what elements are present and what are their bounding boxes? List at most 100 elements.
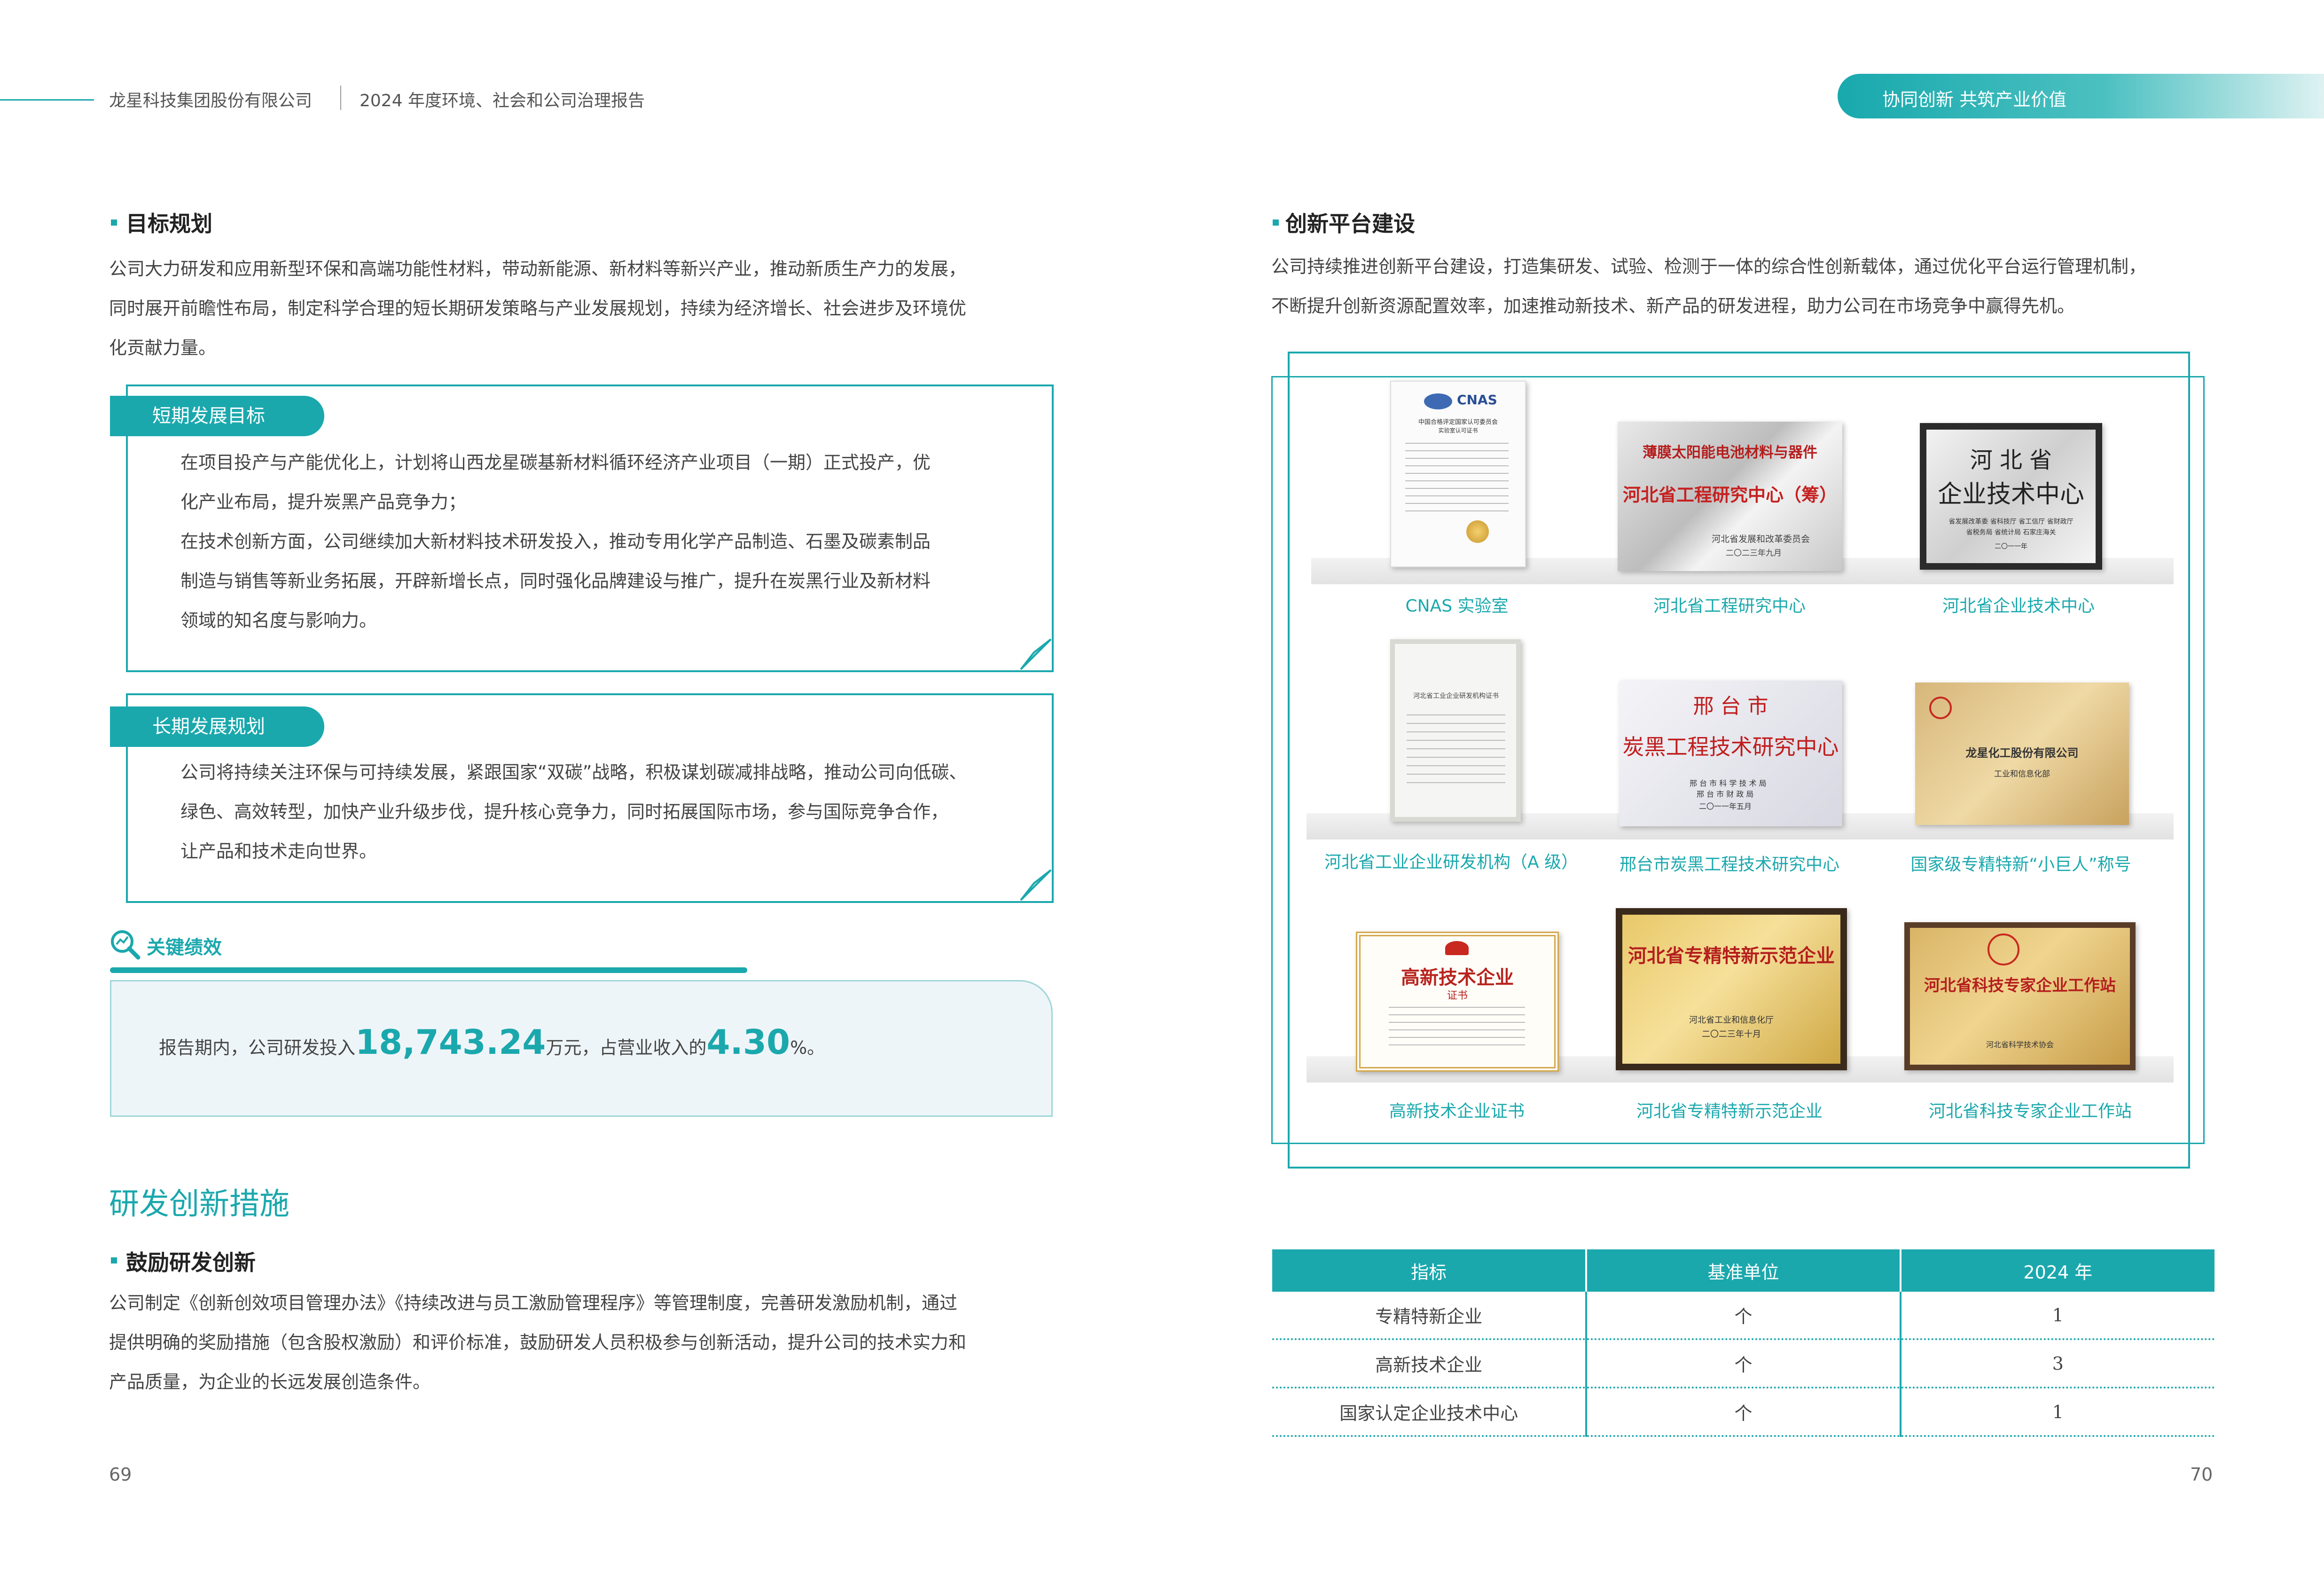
kpi-statement: 报告期内，公司研发投入18,743.24万元，占营业收入的4.30%。 [159, 1022, 825, 1062]
short-term-line: 领域的知名度与影响力。 [180, 610, 377, 631]
cert-text: 省税务局 省统计局 石家庄海关 [1966, 529, 2056, 536]
page-fold-icon [1020, 638, 1052, 670]
short-term-line: 在项目投产与产能优化上，计划将山西龙星碳基新材料循环经济产业项目（一期）正式投产… [180, 452, 931, 473]
table-header-row: 指标 基准单位 2024 年 [1272, 1249, 2214, 1292]
cert-text: 中国合格评定国家认可委员会 [1418, 419, 1498, 426]
kpi-bar [110, 967, 747, 973]
short-term-line: 制造与销售等新业务拓展，开辟新增长点，同时强化品牌建设与推广，提升在炭黑行业及新… [180, 571, 931, 591]
goal-line: 同时展开前瞻性布局，制定科学合理的短长期研发策略与产业发展规划，持续为经济增长、… [109, 298, 967, 319]
table-cell: 1 [1900, 1388, 2214, 1437]
certificate-expert-workstation: 河北省科技专家企业工作站 河北省科学技术协会 [1904, 922, 2136, 1070]
certificate-carbon-black-center: 邢 台 市 炭黑工程技术研究中心 邢 台 市 科 学 技 术 局 邢 台 市 财… [1619, 681, 1842, 826]
platform-line: 公司持续推进创新平台建设，打造集研发、试验、检测于一体的综合性创新载体，通过优化… [1271, 256, 2147, 277]
kpi-prefix: 报告期内，公司研发投入 [159, 1037, 356, 1058]
certificate-little-giant: 龙星化工股份有限公司 工业和信息化部 [1915, 683, 2129, 825]
cert-text: 河北省工业企业研发机构证书 [1413, 692, 1499, 700]
short-term-line: 在技术创新方面，公司继续加大新材料技术研发投入，推动专用化学产品制造、石墨及碳素… [180, 531, 931, 552]
cnas-logo-text: CNAS [1457, 392, 1497, 408]
long-term-line: 让产品和技术走向世界。 [180, 841, 377, 862]
caption-carbon-black-center: 邢台市炭黑工程技术研究中心 [1619, 855, 1839, 874]
indicator-table: 指标 基准单位 2024 年 专精特新企业 个 1 高新技术企业 个 3 国家认… [1272, 1249, 2214, 1437]
platform-line: 不断提升创新资源配置效率，加速推动新技术、新产品的研发进程，助力公司在市场竞争中… [1271, 296, 2075, 316]
caption-rd-institution: 河北省工业企业研发机构（A 级） [1324, 853, 1579, 872]
national-emblem-icon [1445, 941, 1469, 955]
table-cell: 国家认定企业技术中心 [1272, 1388, 1588, 1437]
caption-cnas: CNAS 实验室 [1405, 596, 1509, 616]
caption-enterprise-tech-center: 河北省企业技术中心 [1942, 596, 2095, 616]
rd-heading: 研发创新措施 [109, 1187, 290, 1222]
cert-text-lines [1407, 714, 1505, 790]
header-separator [340, 86, 341, 110]
little-giant-logo-icon [1929, 697, 1952, 719]
cert-text: 薄膜太阳能电池材料与器件 [1643, 444, 1817, 461]
table-row: 高新技术企业 个 3 [1272, 1339, 2214, 1389]
cert-text: 二〇一一年 [1995, 543, 2027, 550]
long-term-tab: 长期发展规划 [110, 706, 324, 747]
table-header-cell: 2024 年 [1900, 1249, 2214, 1292]
cert-text: 河北省发展和改革委员会 [1712, 534, 1810, 544]
cert-text: 证书 [1447, 990, 1468, 1002]
kpi-mid: 万元，占营业收入的 [546, 1037, 707, 1058]
caption-little-giant: 国家级专精特新“小巨人”称号 [1910, 855, 2131, 874]
goal-heading: 目标规划 [126, 211, 212, 236]
cert-text: 二〇二三年十月 [1702, 1029, 1761, 1039]
platform-heading: 创新平台建设 [1285, 211, 1415, 236]
certificate-high-tech: 高新技术企业 证书 [1356, 932, 1559, 1072]
cert-text: 省发展改革委 省科技厅 省工信厅 省财政厅 [1948, 518, 2074, 526]
report-title: 2024 年度环境、社会和公司治理报告 [360, 91, 645, 110]
kpi-suffix: %。 [790, 1037, 825, 1058]
kpi-rd-amount: 18,743.24 [355, 1022, 546, 1062]
kpi-title: 关键绩效 [147, 937, 222, 958]
platform-paragraph: 公司持续推进创新平台建设，打造集研发、试验、检测于一体的综合性创新载体，通过优化… [1271, 247, 2239, 326]
table-cell: 个 [1586, 1339, 1901, 1389]
cert-text: 二〇二三年九月 [1726, 549, 1782, 558]
table-row: 国家认定企业技术中心 个 1 [1272, 1388, 2214, 1437]
bullet-square-icon [1273, 220, 1279, 226]
table-cell: 个 [1586, 1388, 1901, 1437]
incentive-line: 产品质量，为企业的长远发展创造条件。 [109, 1372, 431, 1392]
bullet-square-icon [111, 220, 117, 226]
page-number-right: 70 [2190, 1464, 2213, 1485]
goal-paragraph: 公司大力研发和应用新型环保和高端功能性材料，带动新能源、新材料等新兴产业，推动新… [109, 249, 1058, 368]
cert-text: 炭黑工程技术研究中心 [1622, 734, 1839, 760]
section-pill-label: 协同创新 共筑产业价值 [1882, 89, 2067, 110]
cert-text: 邢 台 市 科 学 技 术 局 [1690, 779, 1767, 788]
table-cell: 个 [1586, 1292, 1901, 1340]
incentive-line: 提供明确的奖励措施（包含股权激励）和评价标准，鼓励研发人员积极参与创新活动，提升… [109, 1332, 967, 1353]
goal-line: 化贡献力量。 [109, 337, 217, 358]
page-fold-icon [1020, 869, 1052, 901]
cnas-seal-icon [1424, 393, 1452, 409]
cert-text: 河北省工业和信息化厅 [1689, 1015, 1774, 1025]
incentive-paragraph: 公司制定《创新创效项目管理办法》《持续改进与员工激励管理程序》等管理制度，完善研… [109, 1283, 1058, 1402]
table-cell: 1 [1900, 1292, 2214, 1340]
cert-text-lines [1405, 443, 1509, 513]
certificate-enterprise-tech-center: 河 北 省 企业技术中心 省发展改革委 省科技厅 省工信厅 省财政厅 省税务局 … [1920, 423, 2102, 570]
table-cell: 高新技术企业 [1272, 1339, 1588, 1389]
magnifier-chart-icon [111, 930, 141, 960]
long-term-text: 公司将持续关注环保与可持续发展，紧跟国家“双碳”战略，积极谋划碳减排战略，推动公… [180, 753, 1026, 871]
cert-text: 龙星化工股份有限公司 [1965, 746, 2079, 760]
table-cell: 专精特新企业 [1272, 1292, 1588, 1340]
caption-engineering-center: 河北省工程研究中心 [1653, 596, 1806, 616]
certificate-cnas: CNAS 中国合格评定国家认可委员会 实验室认可证书 [1390, 381, 1526, 567]
caption-expert-workstation: 河北省科技专家企业工作站 [1928, 1102, 2132, 1121]
header-rule [0, 99, 94, 101]
bullet-square-icon [111, 1257, 117, 1263]
kpi-rd-ratio: 4.30 [706, 1022, 790, 1062]
certificate-rd-institution: 河北省工业企业研发机构证书 [1390, 639, 1521, 822]
caption-specialized-demo: 河北省专精特新示范企业 [1636, 1102, 1823, 1121]
section-pill: 协同创新 共筑产业价值 [1838, 74, 2324, 118]
table-header-cell: 基准单位 [1586, 1249, 1901, 1292]
cert-text: 河北省专精特新示范企业 [1628, 945, 1835, 967]
table-row: 专精特新企业 个 1 [1272, 1292, 2214, 1340]
certificate-engineering-center: 薄膜太阳能电池材料与器件 河北省工程研究中心（筹） 河北省发展和改革委员会 二〇… [1618, 422, 1842, 571]
cert-text: 高新技术企业 [1401, 967, 1514, 989]
cert-text: 河北省科技专家企业工作站 [1924, 976, 2116, 995]
cert-text: 工业和信息化部 [1994, 769, 2050, 779]
incentive-heading: 鼓励研发创新 [126, 1250, 256, 1275]
cert-text: 企业技术中心 [1937, 480, 2084, 509]
certificate-specialized-demo: 河北省专精特新示范企业 河北省工业和信息化厅 二〇二三年十月 [1616, 908, 1847, 1070]
gold-seal-icon [1466, 520, 1489, 543]
cert-text: 河北省科学技术协会 [1986, 1040, 2054, 1049]
company-name: 龙星科技集团股份有限公司 [109, 91, 313, 110]
